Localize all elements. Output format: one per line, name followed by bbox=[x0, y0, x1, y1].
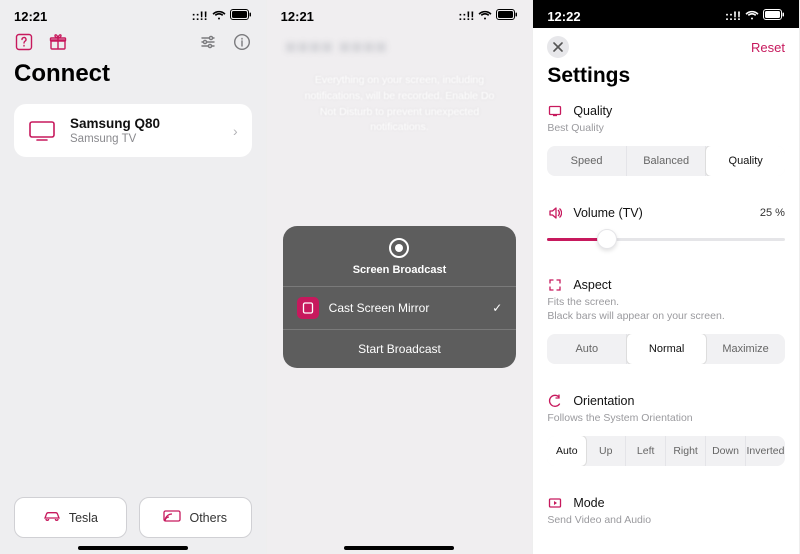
connect-screen: 12:21 ::!! Connect Samsung Q80 Samsung T… bbox=[0, 0, 267, 554]
segment-option[interactable]: Inverted bbox=[746, 436, 785, 466]
info-icon[interactable] bbox=[232, 32, 252, 52]
segment-option[interactable]: Normal bbox=[626, 334, 707, 364]
app-name: Cast Screen Mirror bbox=[329, 301, 430, 315]
clock: 12:21 bbox=[14, 9, 47, 24]
device-card[interactable]: Samsung Q80 Samsung TV › bbox=[14, 104, 252, 157]
blurred-background: ■■■■ ■■■■ bbox=[267, 28, 533, 67]
page-title: Connect bbox=[0, 58, 266, 98]
sliders-icon[interactable] bbox=[198, 32, 218, 52]
signal-icon: ::!! bbox=[725, 9, 741, 23]
quality-segment: SpeedBalancedQuality bbox=[547, 146, 785, 176]
home-indicator[interactable] bbox=[78, 546, 188, 550]
others-label: Others bbox=[189, 511, 227, 525]
volume-section: Volume (TV) 25 % bbox=[533, 200, 799, 258]
quality-label: Quality bbox=[573, 104, 612, 118]
record-icon bbox=[389, 238, 409, 258]
segment-option[interactable]: Up bbox=[586, 436, 626, 466]
start-label: Start Broadcast bbox=[358, 342, 441, 356]
modal-title: Screen Broadcast bbox=[353, 264, 447, 276]
app-icon bbox=[297, 297, 319, 319]
bottom-buttons: Tesla Others bbox=[0, 497, 266, 538]
broadcast-screen: 12:21 ::!! ■■■■ ■■■■ Everything on your … bbox=[267, 0, 534, 554]
tesla-button[interactable]: Tesla bbox=[14, 497, 127, 538]
help-icon[interactable] bbox=[14, 32, 34, 52]
volume-icon bbox=[547, 206, 563, 220]
segment-option[interactable]: Quality bbox=[705, 146, 785, 176]
status-bar: 12:21 ::!! bbox=[0, 0, 266, 28]
app-option[interactable]: Cast Screen Mirror ✓ bbox=[283, 286, 517, 329]
mode-label: Mode bbox=[573, 496, 604, 510]
broadcast-modal: Screen Broadcast Cast Screen Mirror ✓ St… bbox=[283, 226, 517, 368]
wifi-icon bbox=[745, 9, 759, 23]
aspect-segment: AutoNormalMaximize bbox=[547, 334, 785, 364]
volume-label: Volume (TV) bbox=[573, 206, 642, 220]
chevron-right-icon: › bbox=[233, 123, 238, 139]
orientation-section: Orientation Follows the System Orientati… bbox=[533, 388, 799, 476]
device-name: Samsung Q80 bbox=[70, 116, 219, 131]
modal-header: Screen Broadcast bbox=[283, 226, 517, 286]
topbar bbox=[0, 28, 266, 58]
settings-screen: 12:22 ::!! Reset Settings Quality Best Q… bbox=[533, 0, 800, 554]
orientation-icon bbox=[547, 394, 563, 408]
aspect-sub: Fits the screen. Black bars will appear … bbox=[547, 295, 785, 324]
settings-header: Reset bbox=[533, 28, 799, 62]
volume-slider[interactable] bbox=[547, 230, 785, 248]
signal-icon: ::!! bbox=[458, 9, 474, 23]
mode-section: Mode Send Video and Audio bbox=[533, 490, 799, 538]
quality-section: Quality Best Quality SpeedBalancedQualit… bbox=[533, 98, 799, 186]
tesla-label: Tesla bbox=[69, 511, 98, 525]
aspect-label: Aspect bbox=[573, 278, 611, 292]
quality-sub: Best Quality bbox=[547, 121, 785, 136]
status-bar: 12:22 ::!! bbox=[533, 0, 799, 28]
battery-icon bbox=[763, 9, 785, 23]
segment-option[interactable]: Down bbox=[706, 436, 746, 466]
close-button[interactable] bbox=[547, 36, 569, 58]
broadcast-hint: Everything on your screen, including not… bbox=[267, 73, 533, 136]
wifi-icon bbox=[478, 9, 492, 23]
battery-icon bbox=[496, 9, 518, 23]
status-icons: ::!! bbox=[725, 9, 785, 23]
device-subtitle: Samsung TV bbox=[70, 133, 219, 145]
tv-icon bbox=[28, 119, 56, 143]
checkmark-icon: ✓ bbox=[492, 301, 502, 315]
status-bar: 12:21 ::!! bbox=[267, 0, 533, 28]
orientation-sub: Follows the System Orientation bbox=[547, 411, 785, 426]
segment-option[interactable]: Auto bbox=[547, 436, 587, 466]
segment-option[interactable]: Balanced bbox=[627, 146, 707, 176]
cast-icon bbox=[163, 510, 181, 525]
clock: 12:22 bbox=[547, 9, 580, 24]
status-icons: ::!! bbox=[192, 9, 252, 23]
wifi-icon bbox=[212, 9, 226, 23]
battery-icon bbox=[230, 9, 252, 23]
aspect-icon bbox=[547, 278, 563, 292]
home-indicator[interactable] bbox=[344, 546, 454, 550]
mode-icon bbox=[547, 496, 563, 510]
volume-value: 25 % bbox=[760, 207, 785, 219]
orientation-label: Orientation bbox=[573, 394, 634, 408]
gift-icon[interactable] bbox=[48, 32, 68, 52]
segment-option[interactable]: Speed bbox=[547, 146, 627, 176]
reset-button[interactable]: Reset bbox=[751, 40, 785, 55]
start-broadcast-button[interactable]: Start Broadcast bbox=[283, 329, 517, 368]
clock: 12:21 bbox=[281, 9, 314, 24]
signal-icon: ::!! bbox=[192, 9, 208, 23]
quality-icon bbox=[547, 104, 563, 118]
car-icon bbox=[43, 510, 61, 525]
page-title: Settings bbox=[533, 62, 799, 98]
mode-sub: Send Video and Audio bbox=[547, 513, 785, 528]
orientation-segment: AutoUpLeftRightDownInverted bbox=[547, 436, 785, 466]
segment-option[interactable]: Right bbox=[666, 436, 706, 466]
slider-thumb[interactable] bbox=[597, 229, 617, 249]
segment-option[interactable]: Auto bbox=[547, 334, 627, 364]
segment-option[interactable]: Left bbox=[626, 436, 666, 466]
segment-option[interactable]: Maximize bbox=[706, 334, 785, 364]
aspect-section: Aspect Fits the screen. Black bars will … bbox=[533, 272, 799, 374]
others-button[interactable]: Others bbox=[139, 497, 252, 538]
status-icons: ::!! bbox=[458, 9, 518, 23]
